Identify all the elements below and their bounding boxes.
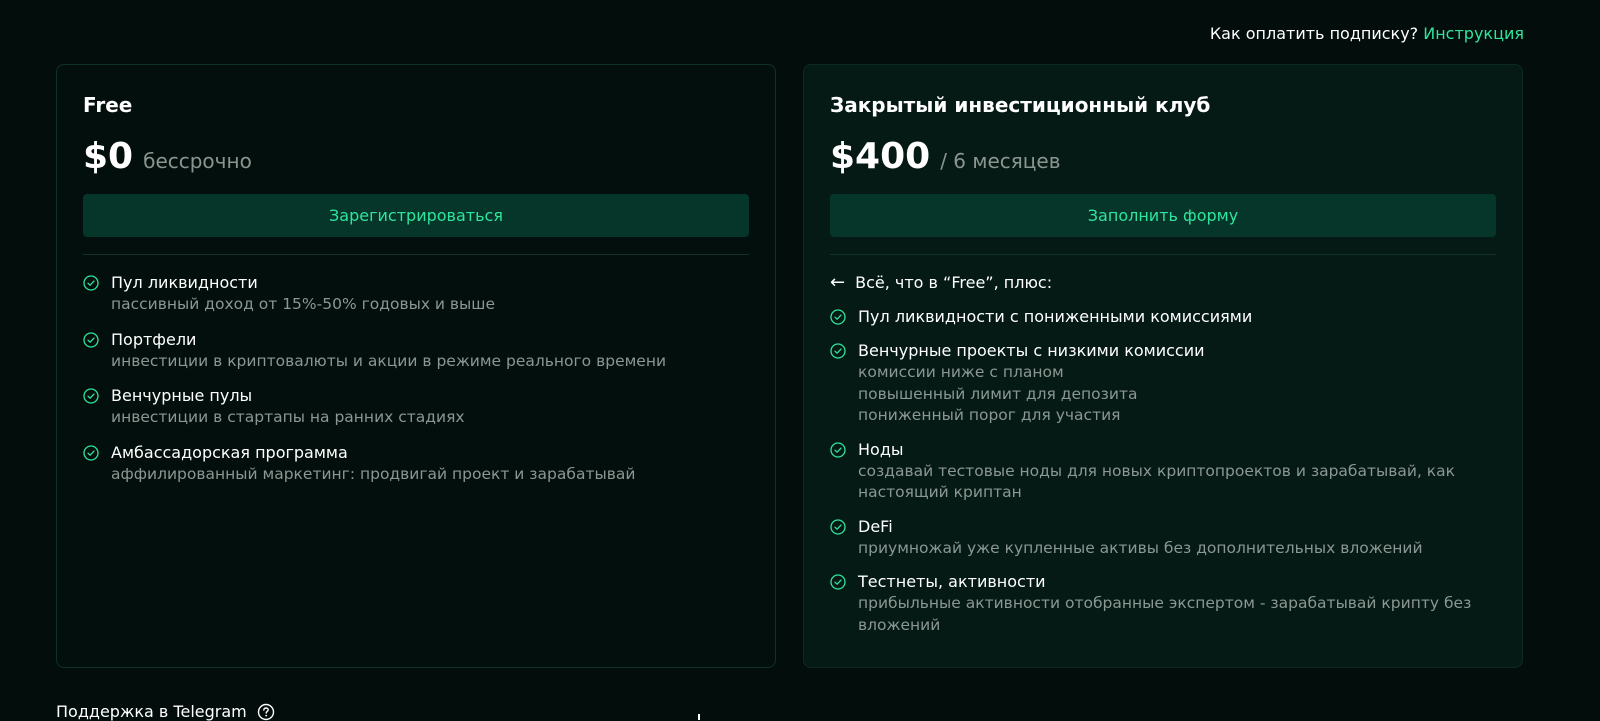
price-row: $400 / 6 месяцев (830, 136, 1496, 180)
feature-item: Пул ликвидности пассивный доход от 15%-5… (83, 272, 749, 316)
plan-price: $400 (830, 136, 931, 177)
feature-text: Тестнеты, активности прибыльные активнос… (858, 571, 1471, 636)
check-circle-icon (83, 275, 99, 291)
feature-title: Амбассадорская программа (111, 442, 348, 462)
feature-title: Венчурные проекты с низкими комиссии (858, 341, 1205, 360)
feature-item: Венчурные проекты с низкими комиссии ком… (830, 340, 1496, 427)
feature-title: Портфели (111, 329, 197, 349)
feature-title: DeFi (858, 516, 893, 536)
feature-desc: инвестиции в стартапы на ранних стадиях (111, 408, 465, 426)
feature-text: Венчурные пулы инвестиции в стартапы на … (111, 385, 465, 429)
feature-desc: комиссии ниже с планом (858, 363, 1064, 381)
feature-item: Пул ликвидности с пониженными комиссиями (830, 306, 1496, 328)
payment-question: Как оплатить подписку? (1209, 24, 1419, 43)
plan-price: $0 (83, 136, 134, 177)
feature-desc: пассивный доход от 15%-50% годовых и выш… (111, 295, 496, 313)
feature-desc: повышенный лимит для депозита (858, 384, 1138, 403)
feature-text: Пул ликвидности с пониженными комиссиями (858, 306, 1252, 328)
feature-item: DeFi приумножай уже купленные активы без… (830, 516, 1496, 560)
feature-title: Пул ликвидности (111, 273, 258, 292)
feature-desc: аффилированный маркетинг: продвигай прое… (111, 464, 636, 483)
feature-desc: пониженный порог для участия (858, 406, 1121, 424)
feature-item: Портфели инвестиции в криптовалюты и акц… (83, 329, 749, 373)
feature-desc: создавай тестовые ноды для новых криптоп… (858, 461, 1456, 480)
plan-card-free: Free $0 бессрочно Зарегистрироваться Пул… (56, 64, 776, 668)
feature-desc: прибыльные активности отобранные эксперт… (858, 594, 1472, 612)
feature-desc: приумножай уже купленные активы без допо… (858, 538, 1423, 557)
plan-period: / 6 месяцев (940, 149, 1061, 173)
includes-free-intro: ← Всё, что в “Free”, плюс: (830, 272, 1496, 294)
cursor-fragment (698, 714, 700, 720)
feature-item: Тестнеты, активности прибыльные активнос… (830, 571, 1496, 636)
feature-title: Тестнеты, активности (858, 572, 1046, 591)
support-label: Поддержка в Telegram (56, 702, 247, 721)
check-circle-icon (830, 518, 846, 535)
feature-title: Пул ликвидности с пониженными комиссиями (858, 307, 1253, 326)
feature-text: DeFi приумножай уже купленные активы без… (858, 516, 1423, 560)
feature-item: Венчурные пулы инвестиции в стартапы на … (83, 385, 749, 429)
feature-desc: настоящий криптан (858, 483, 1022, 501)
check-circle-icon (830, 309, 846, 325)
payment-help: Как оплатить подписку? Инструкция (1210, 24, 1524, 43)
fill-form-button[interactable]: Заполнить форму (830, 194, 1496, 237)
feature-list: ← Всё, что в “Free”, плюс: Пул ликвиднос… (830, 272, 1496, 636)
register-button[interactable]: Зарегистрироваться (83, 194, 749, 237)
plan-name: Free (83, 93, 133, 117)
feature-text: Амбассадорская программа аффилированный … (111, 442, 635, 486)
divider (830, 254, 1496, 255)
feature-text: Венчурные проекты с низкими комиссии ком… (858, 340, 1205, 427)
feature-title: Венчурные пулы (111, 386, 253, 405)
check-circle-icon (830, 343, 846, 359)
feature-text: Ноды создавай тестовые ноды для новых кр… (858, 439, 1455, 504)
plan-period: бессрочно (143, 149, 252, 173)
question-icon (257, 703, 274, 720)
check-circle-icon (83, 388, 99, 404)
intro-text: Всё, что в “Free”, плюс: (855, 273, 1053, 292)
feature-desc: вложений (858, 615, 941, 634)
divider (83, 254, 749, 255)
telegram-support-link[interactable]: Поддержка в Telegram (56, 702, 275, 721)
feature-text: Пул ликвидности пассивный доход от 15%-5… (111, 272, 495, 316)
plan-card-club: Закрытый инвестиционный клуб $400 / 6 ме… (803, 64, 1523, 668)
price-row: $0 бессрочно (83, 136, 749, 180)
feature-list: Пул ликвидности пассивный доход от 15%-5… (83, 272, 749, 485)
instruction-link[interactable]: Инструкция (1423, 24, 1524, 43)
arrow-left-icon: ← (830, 272, 846, 293)
feature-item: Амбассадорская программа аффилированный … (83, 442, 749, 486)
check-circle-icon (830, 441, 846, 458)
feature-text: Портфели инвестиции в криптовалюты и акц… (111, 329, 666, 373)
check-circle-icon (830, 574, 846, 590)
feature-item: Ноды создавай тестовые ноды для новых кр… (830, 439, 1496, 504)
plan-name: Закрытый инвестиционный клуб (830, 93, 1211, 117)
check-circle-icon (83, 331, 99, 348)
feature-title: Ноды (858, 439, 904, 459)
check-circle-icon (83, 444, 99, 461)
feature-desc: инвестиции в криптовалюты и акции в режи… (111, 351, 667, 370)
